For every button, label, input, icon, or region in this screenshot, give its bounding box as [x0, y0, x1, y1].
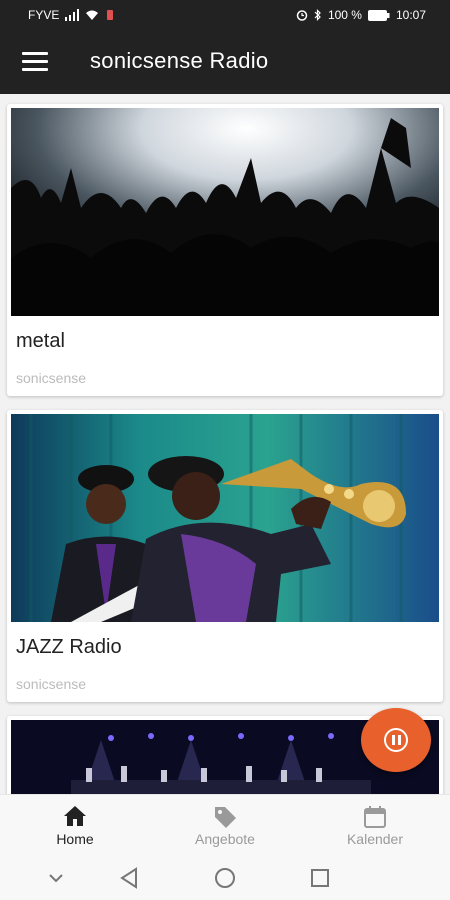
- saxophone-player-image: [11, 414, 439, 622]
- alarm-icon: [296, 10, 308, 21]
- nav-label: Angebote: [195, 831, 255, 847]
- station-title: metal: [16, 330, 65, 352]
- pause-icon: [384, 728, 408, 752]
- status-bar: FYVE 100 % 10:07: [0, 0, 450, 30]
- clock: 10:07: [395, 8, 426, 22]
- nav-item-angebote[interactable]: Angebote: [150, 795, 300, 857]
- nav-label: Kalender: [346, 831, 404, 847]
- back-icon[interactable]: [119, 867, 139, 889]
- battery-icon: [367, 9, 390, 21]
- nav-label: Home: [56, 831, 94, 847]
- app-title: sonicsense Radio: [90, 48, 269, 73]
- bottom-navigation: Home Angebote Kalender: [0, 794, 450, 857]
- wifi-icon: [86, 10, 99, 20]
- station-subtitle: sonicsense: [16, 676, 87, 692]
- bluetooth-icon: [314, 9, 321, 21]
- pause-button[interactable]: [361, 708, 431, 772]
- nav-item-kalender[interactable]: Kalender: [300, 795, 450, 857]
- tag-icon: [215, 807, 236, 828]
- calendar-icon: [364, 806, 386, 828]
- carrier-label: FYVE: [28, 8, 60, 22]
- battery-percent: 100 %: [327, 8, 362, 22]
- signal-icon: [65, 9, 80, 21]
- station-subtitle: sonicsense: [16, 370, 87, 386]
- station-title: JAZZ Radio: [16, 636, 122, 658]
- home-icon: [64, 806, 86, 826]
- concert-crowd-image: [11, 108, 439, 316]
- vibrate-icon: [107, 10, 114, 20]
- station-card[interactable]: metal sonicsense: [7, 104, 443, 396]
- station-list[interactable]: metal sonicsense JAZZ Radio sonicsense: [0, 94, 450, 794]
- recent-apps-icon[interactable]: [310, 868, 330, 888]
- home-circle-icon[interactable]: [214, 867, 236, 889]
- nav-item-home[interactable]: Home: [0, 795, 150, 857]
- chevron-down-icon[interactable]: [48, 872, 64, 884]
- system-navigation-bar: [0, 856, 450, 900]
- app-bar: sonicsense Radio: [0, 30, 450, 94]
- menu-icon[interactable]: [22, 52, 48, 72]
- station-card[interactable]: JAZZ Radio sonicsense: [7, 410, 443, 702]
